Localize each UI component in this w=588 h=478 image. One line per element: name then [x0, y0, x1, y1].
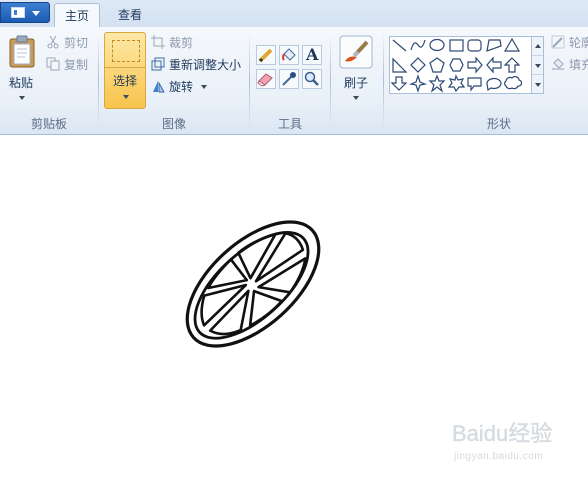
scroll-down-button[interactable]	[532, 56, 543, 75]
crop-label: 裁剪	[169, 36, 194, 50]
clipboard-icon	[9, 35, 35, 68]
brush-icon	[339, 35, 373, 69]
rotate-icon	[153, 81, 165, 93]
scissors-icon	[47, 35, 59, 49]
text-icon: A	[306, 45, 319, 64]
crop-icon	[151, 35, 165, 49]
chevron-down-icon	[353, 96, 359, 100]
baidu-jingyan-watermark: Baidu经验 jingyan.baidu.com	[452, 415, 572, 467]
select-label: 选择	[112, 74, 137, 88]
ribbon-tab-row: 主页 查看	[0, 0, 588, 28]
expand-icon	[535, 83, 541, 87]
chevron-down-icon	[32, 11, 40, 16]
eraser-icon	[257, 73, 273, 87]
fill-button[interactable]: 填充	[551, 55, 588, 75]
pencil-tool[interactable]	[256, 45, 276, 65]
resize-button[interactable]: 重新调整大小	[151, 55, 241, 75]
chevron-down-icon	[123, 95, 129, 99]
paint-menu-button[interactable]	[0, 2, 50, 23]
cut-label: 剪切	[64, 36, 89, 50]
shapes-gallery[interactable]	[389, 36, 532, 94]
magnifier-icon	[304, 71, 319, 86]
outline-button[interactable]: 轮廓	[551, 33, 588, 53]
chevron-up-icon	[535, 44, 541, 48]
text-tool[interactable]: A	[302, 45, 322, 65]
shapes-gallery-scroll[interactable]	[532, 36, 544, 94]
fill-label: 填充	[569, 58, 588, 72]
paste-button[interactable]: 粘贴	[4, 31, 40, 105]
lemon-slice-drawing	[185, 220, 321, 348]
watermark-url: jingyan.baidu.com	[454, 451, 544, 462]
clipboard-group: 粘贴 剪切 复制 剪贴板	[0, 27, 98, 134]
copy-label: 复制	[64, 58, 89, 72]
baidu-paw-logo: Baidu经验	[452, 421, 552, 446]
eyedropper-icon	[282, 72, 296, 86]
chevron-down-icon	[535, 64, 541, 68]
paint-bucket-icon	[282, 48, 296, 61]
svg-text:Baidu经验: Baidu经验	[452, 421, 552, 446]
split-divider	[105, 67, 145, 68]
image-group-label: 图像	[161, 117, 186, 131]
resize-label: 重新调整大小	[169, 58, 242, 72]
cut-button[interactable]: 剪切	[46, 33, 88, 53]
eraser-tool[interactable]	[256, 69, 276, 89]
tab-view[interactable]: 查看	[108, 3, 152, 27]
chevron-down-icon	[200, 85, 207, 89]
scroll-up-button[interactable]	[532, 37, 543, 56]
pencil-icon	[258, 48, 273, 63]
brushes-button[interactable]: 刷子	[336, 31, 376, 109]
ribbon: 粘贴 剪切 复制 剪贴板 图像 选择 裁剪 重新调整大小 旋转 工具 A 刷子 …	[0, 27, 588, 135]
magnifier-tool[interactable]	[302, 69, 322, 89]
tools-group-label: 工具	[277, 117, 302, 131]
color-picker-tool[interactable]	[279, 69, 299, 89]
shapes-group-label: 形状	[486, 117, 511, 131]
document-icon	[11, 7, 25, 18]
outline-label: 轮廓	[569, 36, 588, 50]
tab-home[interactable]: 主页	[54, 3, 100, 28]
rotate-button[interactable]: 旋转	[151, 77, 207, 97]
group-separator	[330, 33, 331, 128]
crop-button[interactable]: 裁剪	[151, 33, 193, 53]
paste-label: 粘贴	[8, 76, 33, 90]
select-button[interactable]: 选择	[104, 32, 146, 109]
selection-rectangle-icon	[112, 40, 140, 62]
shapes-gallery-icons	[390, 37, 523, 93]
copy-button[interactable]: 复制	[46, 55, 88, 75]
brushes-label: 刷子	[343, 76, 368, 90]
fill-bucket-icon	[552, 58, 564, 70]
outline-pen-icon	[551, 35, 565, 49]
expand-gallery-button[interactable]	[532, 75, 543, 94]
chevron-down-icon	[19, 96, 25, 100]
rotate-label: 旋转	[169, 80, 194, 94]
copy-icon	[46, 57, 60, 71]
fill-tool[interactable]	[279, 45, 299, 65]
resize-icon	[151, 57, 165, 71]
clipboard-group-label: 剪贴板	[30, 117, 67, 131]
